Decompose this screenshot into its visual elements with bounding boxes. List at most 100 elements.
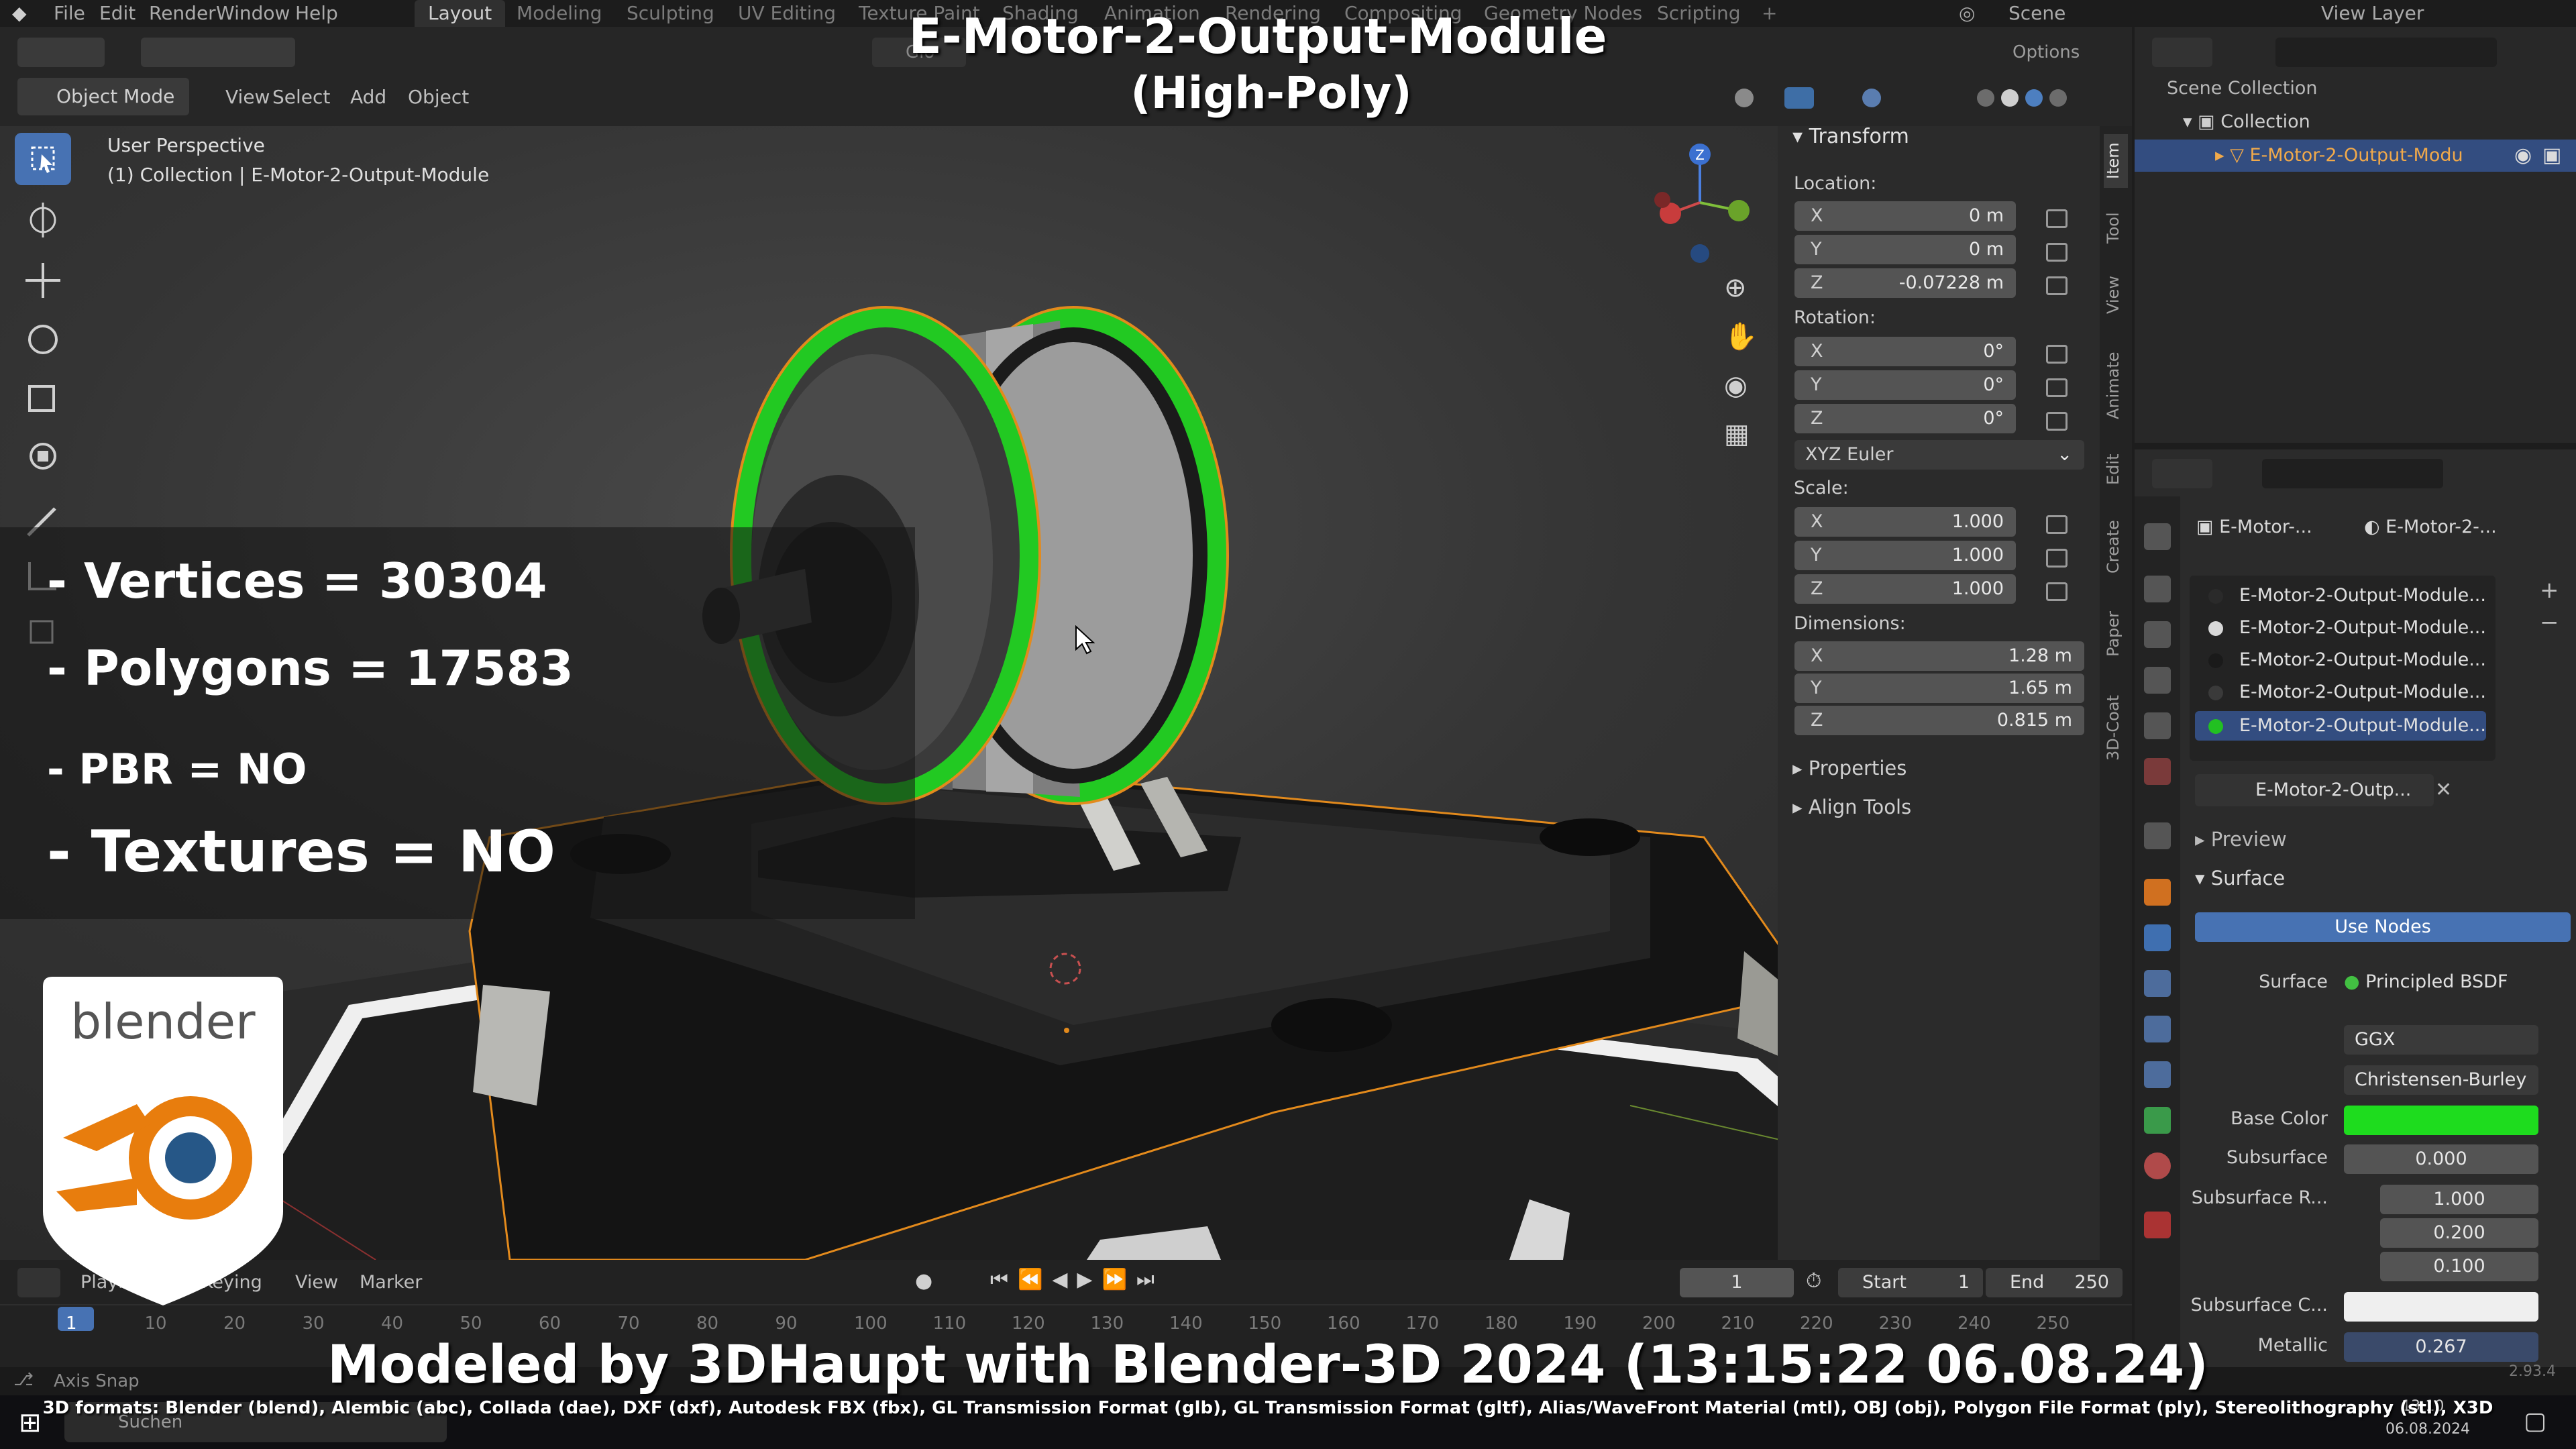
- distribution-dropdown[interactable]: GGX: [2344, 1025, 2538, 1055]
- start-frame-field[interactable]: Start 1: [1838, 1268, 1983, 1297]
- tab-edit[interactable]: Edit: [2104, 446, 2128, 493]
- data-tab-icon[interactable]: [2144, 1107, 2171, 1134]
- logo-text: blender: [70, 994, 256, 1050]
- material-breadcrumb[interactable]: ◐ E-Motor-2-...: [2364, 517, 2497, 537]
- rotation-z-field[interactable]: Z 0°: [1794, 404, 2016, 433]
- physics-tab-icon[interactable]: [2144, 1016, 2171, 1042]
- lock-rotation-x-icon[interactable]: [2046, 345, 2068, 364]
- transform-panel-title[interactable]: ▾ Transform: [1792, 125, 1909, 148]
- material-slot-2[interactable]: E-Motor-2-Output-Module...: [2195, 613, 2486, 643]
- tab-create[interactable]: Create: [2104, 510, 2128, 584]
- collection-tab-icon[interactable]: [2144, 822, 2171, 849]
- particles-tab-icon[interactable]: [2144, 970, 2171, 997]
- location-y-field[interactable]: Y 0 m: [1794, 235, 2016, 264]
- location-z-field[interactable]: Z -0.07228 m: [1794, 268, 2016, 298]
- subsurface-radius-x-field[interactable]: 1.000: [2380, 1185, 2538, 1214]
- navigation-gizmo[interactable]: Z: [1630, 133, 1764, 267]
- lock-location-z-icon[interactable]: [2046, 276, 2068, 295]
- material-slot-1[interactable]: E-Motor-2-Output-Module...: [2195, 581, 2486, 610]
- material-slot-3[interactable]: E-Motor-2-Output-Module...: [2195, 645, 2486, 675]
- timeline-tick-label: 30: [302, 1313, 325, 1334]
- dimensions-y-field[interactable]: Y 1.65 m: [1794, 674, 2084, 703]
- marker-menu[interactable]: Marker: [360, 1272, 422, 1293]
- subsurface-radius-z-field[interactable]: 0.100: [2380, 1252, 2538, 1281]
- view-menu[interactable]: View: [295, 1272, 338, 1293]
- world-tab-icon[interactable]: [2144, 758, 2171, 785]
- output-tab-icon[interactable]: [2144, 621, 2171, 648]
- tab-animate[interactable]: Animate: [2104, 342, 2128, 429]
- zoom-icon[interactable]: ⊕: [1724, 272, 1747, 303]
- blender-logo-icon: blender: [43, 977, 283, 1305]
- subsurface-method-dropdown[interactable]: Christensen-Burley: [2344, 1065, 2538, 1095]
- lock-location-y-icon[interactable]: [2046, 243, 2068, 262]
- dimensions-z-field[interactable]: Z 0.815 m: [1794, 706, 2084, 735]
- subsurface-color-swatch[interactable]: [2344, 1292, 2538, 1322]
- tab-item[interactable]: Item: [2104, 134, 2128, 188]
- stopwatch-icon[interactable]: ⏱: [1806, 1269, 1821, 1293]
- dimensions-x-field[interactable]: X 1.28 m: [1794, 641, 2084, 671]
- rotation-mode-dropdown[interactable]: XYZ Euler ⌄: [1794, 440, 2084, 470]
- align-tools-panel-header[interactable]: ▸ Align Tools: [1792, 796, 1911, 818]
- remove-slot-icon[interactable]: −: [2540, 609, 2559, 636]
- location-x-field[interactable]: X 0 m: [1794, 201, 2016, 231]
- lock-rotation-z-icon[interactable]: [2046, 412, 2068, 431]
- rotation-x-field[interactable]: X 0°: [1794, 337, 2016, 366]
- properties-panel-header[interactable]: ▸ Properties: [1792, 757, 1907, 780]
- current-frame-field[interactable]: 1: [1680, 1268, 1794, 1297]
- material-tab-icon[interactable]: [2144, 1152, 2171, 1179]
- object-tab-icon[interactable]: [2144, 879, 2171, 906]
- view-layer-tab-icon[interactable]: [2144, 667, 2171, 694]
- lock-rotation-y-icon[interactable]: [2046, 378, 2068, 397]
- scale-x-field[interactable]: X 1.000: [1794, 507, 2016, 537]
- scene-tab-icon[interactable]: [2144, 712, 2171, 739]
- object-breadcrumb[interactable]: ▣ E-Motor-...: [2196, 517, 2312, 537]
- field-value: 1.000: [1951, 578, 2004, 599]
- select-box-tool[interactable]: [15, 133, 71, 185]
- material-selector[interactable]: E-Motor-2-Outp...: [2195, 774, 2434, 806]
- subsurface-field[interactable]: 0.000: [2344, 1144, 2538, 1174]
- scale-tool[interactable]: [15, 372, 71, 424]
- cursor-tool[interactable]: [15, 193, 71, 246]
- tab-3d-coat[interactable]: 3D-Coat: [2104, 684, 2128, 771]
- add-slot-icon[interactable]: +: [2540, 577, 2559, 604]
- pan-hand-icon[interactable]: ✋: [1724, 321, 1758, 352]
- move-tool[interactable]: [15, 254, 71, 306]
- outliner-object-item[interactable]: ▸ ▽ E-Motor-2-Output-Modu: [2215, 145, 2463, 166]
- modifier-tab-icon[interactable]: [2144, 924, 2171, 951]
- end-frame-field[interactable]: End 250: [1986, 1268, 2123, 1297]
- material-slot-5-active[interactable]: E-Motor-2-Output-Module...: [2195, 711, 2486, 741]
- properties-editor-selector[interactable]: [2152, 459, 2212, 488]
- tab-paper[interactable]: Paper: [2104, 600, 2128, 667]
- tab-view[interactable]: View: [2104, 268, 2128, 322]
- rotation-y-field[interactable]: Y 0°: [1794, 370, 2016, 400]
- eye-visibility-icon[interactable]: ◉: [2514, 144, 2532, 167]
- subsurface-radius-y-field[interactable]: 0.200: [2380, 1218, 2538, 1248]
- playback-controls[interactable]: ⏮⏪◀▶⏩⏭: [990, 1268, 1164, 1291]
- surface-shader-selector[interactable]: ● Principled BSDF: [2344, 967, 2538, 997]
- transform-tool[interactable]: [15, 429, 71, 482]
- properties-search-input[interactable]: [2262, 459, 2443, 488]
- material-slot-4[interactable]: E-Motor-2-Output-Module...: [2195, 678, 2486, 707]
- texture-tab-icon[interactable]: [2144, 1212, 2171, 1238]
- surface-panel-header[interactable]: ▾ Surface: [2195, 867, 2285, 890]
- preview-panel-header[interactable]: ▸ Preview: [2195, 828, 2287, 851]
- lock-scale-y-icon[interactable]: [2046, 549, 2068, 568]
- lock-location-x-icon[interactable]: [2046, 209, 2068, 228]
- scale-y-field[interactable]: Y 1.000: [1794, 541, 2016, 570]
- close-icon[interactable]: ✕: [2435, 778, 2452, 802]
- constraints-tab-icon[interactable]: [2144, 1061, 2171, 1088]
- lock-scale-z-icon[interactable]: [2046, 582, 2068, 601]
- field-value: 1.000: [1951, 545, 2004, 566]
- camera-render-icon[interactable]: ▣: [2542, 144, 2561, 167]
- lock-scale-x-icon[interactable]: [2046, 515, 2068, 534]
- ortho-toggle-icon[interactable]: ▦: [1724, 419, 1750, 449]
- tab-tool[interactable]: Tool: [2104, 201, 2128, 255]
- record-icon[interactable]: ●: [915, 1269, 932, 1293]
- scale-z-field[interactable]: Z 1.000: [1794, 574, 2016, 604]
- render-tab-icon[interactable]: [2144, 576, 2171, 602]
- rotate-tool[interactable]: [15, 313, 71, 365]
- base-color-swatch[interactable]: [2344, 1106, 2538, 1135]
- use-nodes-button[interactable]: Use Nodes: [2195, 912, 2571, 942]
- camera-view-icon[interactable]: ◉: [1724, 370, 1748, 401]
- tool-tab-icon[interactable]: [2144, 523, 2171, 550]
